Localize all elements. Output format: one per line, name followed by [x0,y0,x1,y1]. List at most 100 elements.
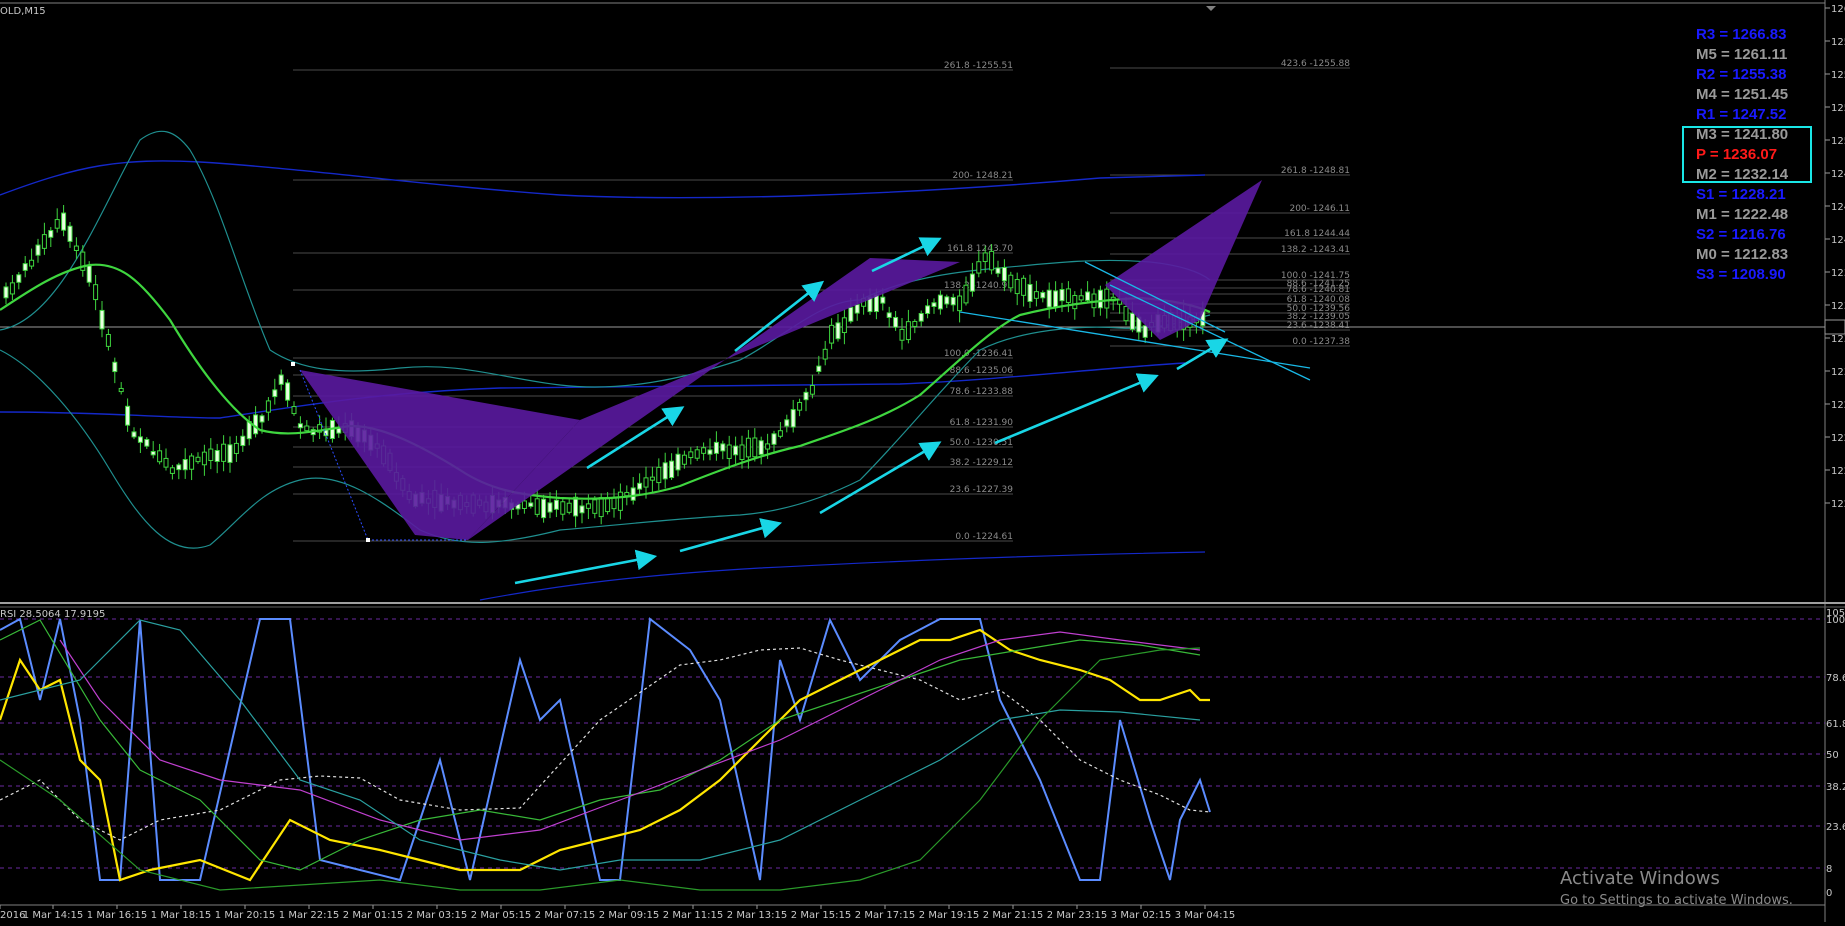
candle-body [726,444,732,459]
pattern-2 [1105,180,1262,340]
time-tick-label: 3 Mar 02:15 [1111,910,1171,921]
candle-body [73,245,79,251]
candle-body [573,496,579,517]
price-tick-label: 124 [1831,202,1845,213]
price-tick-label: 125 [1831,70,1845,81]
envelope-lines [0,160,1206,601]
time-tick-label: 1 Mar 22:15 [279,910,339,921]
rsi-level-label: 61.8 [1826,719,1845,730]
candle-body [297,423,303,429]
rsi-lower-band [0,647,1201,891]
candle-body [944,296,950,305]
price-tick-label: 125 [1831,103,1845,114]
candle-body [291,406,297,415]
candle-body [131,431,137,438]
envelope-lower-line [479,551,1206,601]
time-tick-label: 2 Mar 11:15 [663,910,723,921]
candle-body [598,497,604,518]
fib-level-label: 138.2 -1240.91 [944,281,1013,291]
price-tick-label: 122 [1831,466,1845,477]
time-tick-label: 2 Mar 13:15 [727,910,787,921]
candle-body [86,265,92,283]
candle-body [688,451,694,459]
candle-body [893,316,899,328]
candle-body [694,449,700,459]
candle-body [54,219,60,229]
candle-body [560,501,566,515]
time-tick-label: 3 Mar 04:15 [1175,910,1235,921]
pattern-1-right-wing [468,258,960,540]
trading-terminal: OLD,M15 12612512512512512412412412312312… [0,0,1845,922]
candle-body [125,405,131,426]
candle-body [259,415,265,423]
candle-body [1001,266,1007,282]
candle-body [777,430,783,437]
candle-body [841,317,847,334]
candle-body [566,502,572,513]
rsi-level-label: 50 [1826,750,1839,761]
candle-body [957,295,963,312]
fib-level-label: 261.8 -1248.81 [1281,166,1350,176]
price-tick-label: 122 [1831,433,1845,444]
candle-body [9,282,15,295]
candle-body [880,296,886,304]
candle-body [1142,325,1148,338]
candle-body [1040,292,1046,299]
candle-body [720,443,726,452]
trend-arrow [679,518,783,553]
candle-body [886,312,892,318]
time-tick-label: 2016 [0,910,25,921]
candle-body [771,433,777,445]
candle-body [797,401,803,411]
candle-body [1085,291,1091,301]
candle-body [918,313,924,322]
candle-body [534,498,540,515]
time-tick-label: 2 Mar 21:15 [983,910,1043,921]
pivot-level-label: S1 = 1228.21 [1696,186,1786,203]
candle-body [112,361,118,373]
candle-body [579,505,585,514]
fib-level-label: 61.8 -1231.90 [950,418,1014,428]
rsi-label: RSI 28.5064 17.9195 [0,609,105,620]
fib-level-label: 261.8 -1255.51 [944,61,1013,71]
pivot-level-label: P = 1236.07 [1696,146,1777,163]
rsi-level-label: 8 [1826,864,1832,875]
price-tick-label: 122 [1831,400,1845,411]
candle-body [995,267,1001,274]
pivot-level-label: M3 = 1241.80 [1696,126,1788,143]
rsi-level-label: 23.6 [1826,822,1845,833]
trend-arrow [994,373,1159,445]
candle-body [976,261,982,274]
pivot-points-panel: R3 = 1266.83 M5 = 1261.11 R2 = 1255.38 M4 =… [1682,26,1812,283]
candle-body [925,305,931,314]
candle-body [649,476,655,481]
pivot-level-label: M5 = 1261.11 [1696,46,1787,63]
candle-body [643,477,649,488]
candle-body [150,451,156,456]
candle-body [937,294,943,310]
candle-body [713,441,719,454]
fib-level-label: 23.6 -1227.39 [950,485,1014,495]
candle-body [304,425,310,432]
candle-body [950,296,956,306]
candle-body [272,389,278,398]
price-axis: 126 125 125 125 125 124 124 124 123 123 123 123 122 1… [1825,4,1845,510]
chart-shift-marker[interactable] [1206,6,1216,11]
pivot-level-label: R3 = 1266.83 [1696,26,1787,43]
candle-body [227,444,233,463]
candle-body [221,443,227,462]
candle-body [144,438,150,447]
candle-body [22,263,28,271]
harmonic-patterns[interactable] [291,180,1262,542]
time-tick-label: 2 Mar 23:15 [1047,910,1107,921]
price-tick-label: 123 [1831,334,1845,345]
candle-body [541,498,547,519]
fib-level-label: 78.6 -1233.88 [950,387,1014,397]
candle-body [3,286,9,299]
candle-body [803,391,809,401]
watermark-subtitle: Go to Settings to activate Windows. [1560,893,1793,908]
price-tick-label: 126 [1831,4,1845,15]
chart-canvas[interactable]: OLD,M15 12612512512512512412412412312312… [0,0,1845,922]
time-tick-label: 1 Mar 20:15 [215,910,275,921]
time-tick-label: 2 Mar 17:15 [855,910,915,921]
